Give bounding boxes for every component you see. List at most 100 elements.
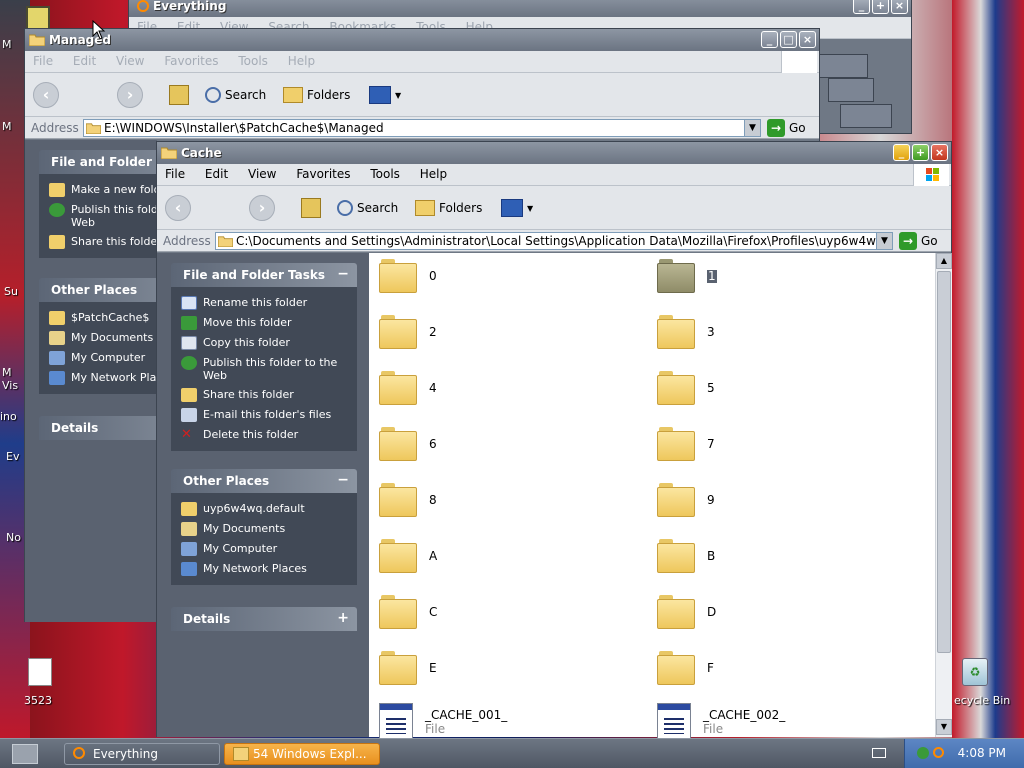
- menu-favorites[interactable]: Favorites: [156, 51, 226, 71]
- menu-tools[interactable]: Tools: [230, 51, 276, 71]
- folder-item[interactable]: A: [379, 539, 437, 573]
- task-publish[interactable]: Publish this folder to the Web: [181, 353, 347, 385]
- folder-item[interactable]: D: [657, 595, 716, 629]
- menu-help[interactable]: Help: [412, 164, 455, 184]
- menu-view[interactable]: View: [240, 164, 284, 184]
- search-button[interactable]: Search: [337, 193, 398, 223]
- folders-button[interactable]: Folders: [415, 193, 482, 223]
- back-button[interactable]: ‹: [165, 195, 191, 221]
- panel-header[interactable]: Details +: [171, 607, 357, 631]
- folders-button[interactable]: Folders: [283, 80, 350, 110]
- folder-item-selected[interactable]: 1: [657, 259, 717, 293]
- views-button[interactable]: ▼: [369, 80, 401, 110]
- scroll-down-button[interactable]: ▼: [936, 719, 952, 735]
- managed-titlebar[interactable]: Managed _ □ ×: [25, 29, 819, 51]
- keyboard-icon[interactable]: [872, 748, 886, 758]
- forward-button[interactable]: ›: [117, 82, 143, 108]
- everything-titlebar[interactable]: Everything _ + ×: [129, 0, 911, 17]
- folder-item[interactable]: 4: [379, 371, 437, 405]
- folder-item[interactable]: F: [657, 651, 714, 685]
- maximize-button[interactable]: +: [872, 0, 889, 14]
- taskbar-button-everything[interactable]: Everything: [64, 743, 220, 765]
- menu-file[interactable]: File: [25, 51, 61, 71]
- folder-item[interactable]: 0: [379, 259, 437, 293]
- minimize-button[interactable]: _: [853, 0, 870, 14]
- search-button[interactable]: Search: [205, 80, 266, 110]
- cascaded-window-edge[interactable]: [828, 78, 874, 102]
- clock[interactable]: 4:08 PM: [958, 746, 1006, 760]
- address-field[interactable]: C:\Documents and Settings\Administrator\…: [215, 232, 893, 250]
- views-button[interactable]: ▼: [501, 193, 533, 223]
- folder-item[interactable]: 6: [379, 427, 437, 461]
- task-rename[interactable]: Rename this folder: [181, 293, 347, 313]
- menu-file[interactable]: File: [157, 164, 193, 184]
- folder-item[interactable]: C: [379, 595, 437, 629]
- scroll-thumb[interactable]: [937, 271, 951, 653]
- folder-item[interactable]: E: [379, 651, 437, 685]
- vertical-scrollbar[interactable]: ▲ ▼: [935, 253, 952, 737]
- menu-tools[interactable]: Tools: [362, 164, 408, 184]
- desktop-icon-recycle-bin[interactable]: ♻ ecycle Bin: [954, 658, 1024, 708]
- desktop-icon-top[interactable]: [26, 6, 50, 30]
- cascaded-window-edge[interactable]: [840, 104, 892, 128]
- taskbar-button-explorer[interactable]: 54 Windows Expl...: [224, 743, 380, 765]
- collapse-icon[interactable]: −: [337, 472, 349, 488]
- address-label: Address: [163, 234, 211, 248]
- up-button[interactable]: [301, 193, 321, 223]
- back-button[interactable]: ‹: [33, 82, 59, 108]
- folder-item[interactable]: 8: [379, 483, 437, 517]
- collapse-icon[interactable]: −: [337, 266, 349, 282]
- file-item[interactable]: _CACHE_002_ File: [657, 703, 785, 741]
- go-button[interactable]: → Go: [767, 119, 806, 137]
- start-button[interactable]: [12, 744, 38, 764]
- network-tray-icon[interactable]: [917, 747, 929, 759]
- menu-favorites[interactable]: Favorites: [288, 164, 358, 184]
- folder-item[interactable]: 5: [657, 371, 715, 405]
- file-list[interactable]: 0 1 2 3 4 5 6 7 8 9 A B C D E F _CACHE_0…: [369, 253, 935, 741]
- forward-button[interactable]: ›: [249, 195, 275, 221]
- address-dropdown-button[interactable]: ▼: [876, 233, 892, 249]
- panel-header[interactable]: File and Folder Tasks −: [171, 263, 357, 287]
- close-button[interactable]: ×: [891, 0, 908, 14]
- menu-help[interactable]: Help: [280, 51, 323, 71]
- task-move[interactable]: Move this folder: [181, 313, 347, 333]
- place-my-documents[interactable]: My Documents: [181, 519, 347, 539]
- cache-window[interactable]: Cache _ + × File Edit View Favorites Too…: [156, 141, 952, 741]
- cache-details-panel: Details +: [171, 607, 357, 631]
- cache-titlebar[interactable]: Cache _ + ×: [157, 142, 951, 164]
- close-button[interactable]: ×: [799, 31, 816, 48]
- maximize-button[interactable]: +: [912, 144, 929, 161]
- menu-edit[interactable]: Edit: [65, 51, 104, 71]
- panel-header[interactable]: Other Places −: [171, 469, 357, 493]
- maximize-button[interactable]: □: [780, 31, 797, 48]
- folder-item[interactable]: 7: [657, 427, 715, 461]
- cascaded-window-edge[interactable]: [818, 54, 868, 78]
- window-title: Everything: [153, 0, 227, 13]
- task-copy[interactable]: Copy this folder: [181, 333, 347, 353]
- menu-edit[interactable]: Edit: [197, 164, 236, 184]
- task-share[interactable]: Share this folder: [181, 385, 347, 405]
- up-button[interactable]: [169, 80, 189, 110]
- scroll-up-button[interactable]: ▲: [936, 253, 952, 269]
- address-dropdown-button[interactable]: ▼: [744, 120, 760, 136]
- managed-task-pane: File and Folder Tasks Make a new folder …: [25, 140, 225, 622]
- menu-view[interactable]: View: [108, 51, 152, 71]
- place-my-network[interactable]: My Network Places: [181, 559, 347, 579]
- minimize-button[interactable]: _: [761, 31, 778, 48]
- close-button[interactable]: ×: [931, 144, 948, 161]
- folder-item[interactable]: 3: [657, 315, 715, 349]
- expand-icon[interactable]: +: [337, 610, 349, 626]
- folder-item[interactable]: 9: [657, 483, 715, 517]
- place-profile-folder[interactable]: uyp6w4wq.default: [181, 499, 347, 519]
- folder-item[interactable]: 2: [379, 315, 437, 349]
- search-tray-icon[interactable]: [933, 747, 944, 758]
- place-my-computer[interactable]: My Computer: [181, 539, 347, 559]
- file-item[interactable]: _CACHE_001_ File: [379, 703, 507, 741]
- folder-item[interactable]: B: [657, 539, 715, 573]
- address-field[interactable]: E:\WINDOWS\Installer\$PatchCache$\Manage…: [83, 119, 761, 137]
- go-button[interactable]: → Go: [899, 232, 938, 250]
- desktop-icon-3523[interactable]: 3523: [24, 658, 58, 708]
- task-email[interactable]: E-mail this folder's files: [181, 405, 347, 425]
- minimize-button[interactable]: _: [893, 144, 910, 161]
- task-delete[interactable]: ✕ Delete this folder: [181, 425, 347, 445]
